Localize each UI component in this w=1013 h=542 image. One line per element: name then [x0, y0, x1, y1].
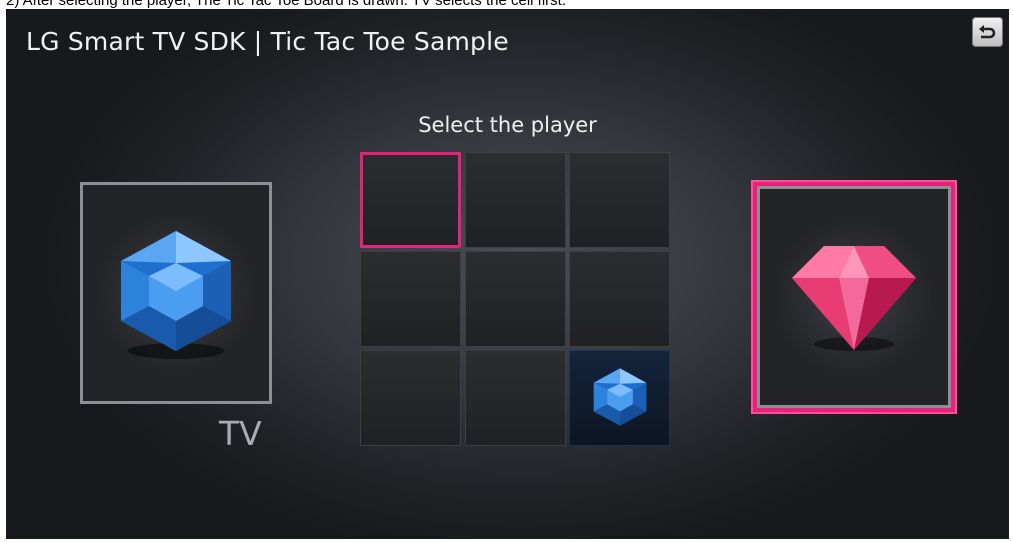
board-cell-9[interactable]: [569, 350, 670, 446]
tv-player-label: TV: [219, 414, 262, 453]
pink-diamond-gem-icon: [792, 246, 916, 351]
select-player-prompt: Select the player: [418, 113, 597, 137]
board-cell-8[interactable]: [465, 350, 566, 446]
board-cell-3[interactable]: [569, 152, 670, 248]
blue-hexagon-gem-icon: [593, 368, 646, 426]
board-cell-6[interactable]: [569, 251, 670, 347]
board-cell-2[interactable]: [465, 152, 566, 248]
board-cell-5[interactable]: [465, 251, 566, 347]
instruction-caption: 2) After selecting the player, The Tic T…: [6, 0, 566, 9]
tv-player-card[interactable]: [80, 182, 272, 404]
tv-screen: LG Smart TV SDK | Tic Tac Toe Sample Sel…: [6, 9, 1009, 539]
board-cell-4[interactable]: [360, 251, 461, 347]
tic-tac-toe-board: [360, 152, 671, 447]
app-title: LG Smart TV SDK | Tic Tac Toe Sample: [26, 27, 509, 56]
board-cell-1[interactable]: [360, 152, 461, 248]
blue-hexagon-gem-icon: [121, 231, 231, 359]
board-cell-7[interactable]: [360, 350, 461, 446]
back-button[interactable]: [972, 17, 1003, 47]
back-arrow-icon: [979, 25, 996, 39]
user-player-card[interactable]: [753, 182, 955, 412]
